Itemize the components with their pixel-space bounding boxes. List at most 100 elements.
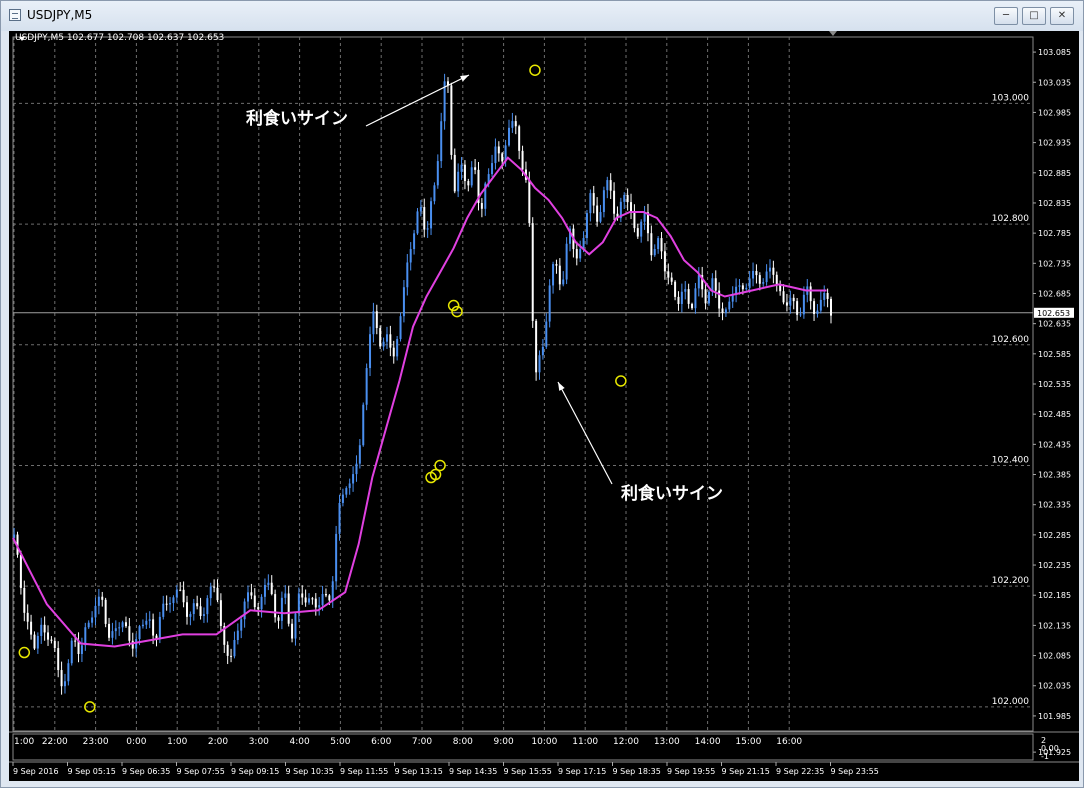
time-label-bottom: 9 Sep 09:15 [231,767,279,776]
time-label-bottom: 9 Sep 14:35 [449,767,497,776]
time-label-top: 6:00 [371,737,391,747]
price-axis-label: 102.635 [1038,320,1071,329]
candle-bear [450,85,453,155]
candle-bear [785,302,788,306]
candle-bull [507,127,510,146]
candle-bear [592,193,595,206]
time-label-top: 1:00 [14,737,34,747]
candle-bear [677,296,680,304]
candle-bull [172,597,175,604]
candle-bull [338,502,341,534]
candle-bull [202,614,205,616]
candle-bear [660,238,663,252]
candle-bull [680,291,683,304]
signal-marker [451,305,463,318]
candle-bear [101,596,104,600]
candle-bear [474,167,477,170]
time-label-top: 15:00 [735,737,761,747]
time-label-top: 4:00 [289,737,309,747]
candle-bear [613,190,616,214]
candle-bear [74,640,77,642]
candle-bear [108,623,111,638]
candle-bull [294,613,297,639]
candle-bull [335,533,338,582]
signal-marker [615,375,627,387]
close-button[interactable]: ✕ [1050,7,1074,25]
candle-bull [440,121,443,162]
annotation-arrow-top [365,74,470,127]
candle-bear [826,293,829,299]
candle-bull [148,619,151,621]
signal-marker [18,646,31,659]
price-axis-label: 102.435 [1038,440,1071,449]
candle-bear [558,265,561,285]
maximize-button[interactable]: □ [1022,7,1046,25]
candle-bear [375,311,378,329]
candle-bear [301,593,304,598]
candle-bear [704,289,707,304]
candle-bear [670,277,673,282]
candle-bull [457,171,460,192]
candle-bull [233,639,236,657]
time-label-bottom: 9 Sep 18:35 [613,767,661,776]
candle-bull [40,624,43,636]
candle-bull [141,624,144,627]
price-chart[interactable]: 103.000 102.800 102.600 102.400 102.200 102.0… [9,31,1079,781]
minimize-button[interactable]: ─ [994,7,1018,25]
candle-bear [691,303,694,309]
time-label-top: 12:00 [613,737,639,747]
title-bar[interactable]: USDJPY,M5 ─ □ ✕ [1,1,1083,31]
price-axis-label: 102.185 [1038,591,1071,600]
price-axis-label: 102.985 [1038,108,1071,117]
time-label-bottom: 9 Sep 19:55 [667,767,715,776]
candle-bear [152,619,155,636]
candle-bull [243,601,246,620]
candle-bear [33,634,36,649]
candle-bull [491,163,494,175]
candle-bull [745,287,748,290]
candle-bull [406,262,409,288]
plot-frame [12,36,1034,732]
time-label-bottom: 9 Sep 2016 [13,767,59,776]
candle-bear [501,153,504,162]
candle-bear [521,150,524,170]
candle-bull [396,339,399,357]
candle-bear [230,655,233,657]
candle-bull [762,282,765,284]
candle-bear [182,589,185,603]
candle-bull [640,221,643,237]
time-label-bottom: 9 Sep 11:55 [340,767,388,776]
candle-bull [819,299,822,311]
candle-bull [206,598,209,615]
candle-bull [433,185,436,202]
candle-bull [565,243,568,280]
candle-bear [714,278,717,291]
candle-bear [250,592,253,596]
candle-bear [131,640,134,649]
symbol-info-line: USDJPY,M5 102.677 102.708 102.637 102.65… [15,33,225,43]
candle-bear [50,639,53,641]
candle-bear [535,320,538,373]
take-profit-annotation-bottom: 利食いサイン [621,484,723,504]
candle-bear [253,595,256,608]
candle-bear [324,594,327,596]
candle-bull [789,297,792,306]
candle-bear [128,626,131,641]
candle-bear [528,179,531,224]
candle-bull [94,605,97,618]
candle-bull [694,288,697,309]
candle-bull [263,584,266,597]
candle-bull [548,285,551,322]
candle-bull [236,630,239,640]
candle-bull [175,589,178,598]
time-label-top: 0:00 [126,737,146,747]
candle-bull [545,321,548,347]
time-label-top: 5:00 [330,737,350,747]
candle-bear [199,606,202,616]
candle-bear [213,586,216,588]
candle-bull [369,334,372,369]
candle-bear [531,223,534,321]
candle-bear [185,602,188,617]
candle-bear [518,126,521,151]
candle-bull [260,596,263,610]
